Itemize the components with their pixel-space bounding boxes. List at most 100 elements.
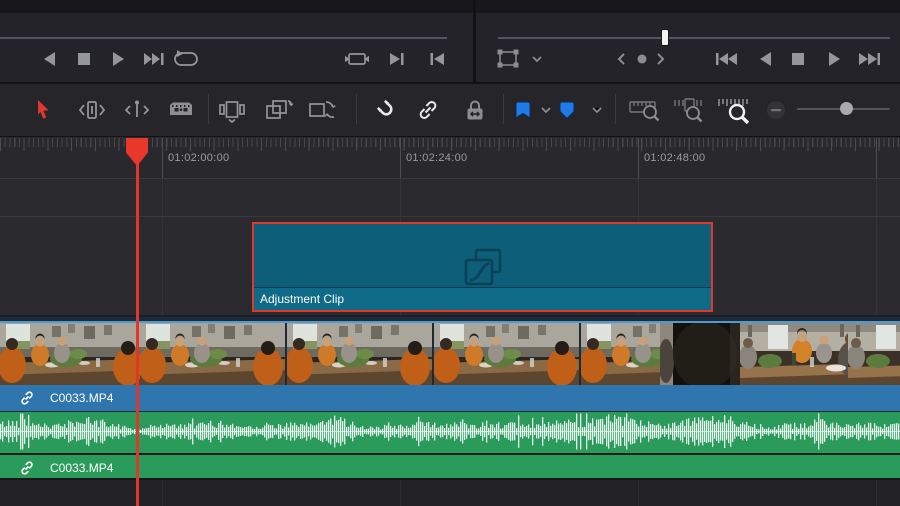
adjustment-clip[interactable]: Adjustment Clip (252, 222, 713, 312)
stop-button-right[interactable] (784, 45, 812, 73)
replace-clip-button[interactable] (307, 94, 339, 126)
dynamic-trim-icon (122, 98, 152, 122)
edit-toolbar (0, 84, 900, 136)
play-icon (108, 49, 128, 69)
adjustment-clip-label: Adjustment Clip (260, 292, 344, 306)
track-boundary (0, 216, 900, 217)
video-thumbnail (434, 323, 581, 387)
zoom-detail-icon (672, 96, 706, 124)
keyframe-dot-icon (636, 53, 648, 65)
position-lock-button[interactable] (459, 94, 491, 126)
panel-divider (473, 0, 476, 83)
adjustment-clip-icon (461, 248, 505, 288)
transform-dropdown[interactable] (528, 45, 546, 73)
left-viewer-jog-bar[interactable] (0, 37, 447, 39)
ruler-major-tick (876, 138, 877, 179)
play-reverse-button[interactable] (36, 45, 64, 73)
snapping-button[interactable] (371, 94, 403, 126)
play-button[interactable] (104, 45, 132, 73)
zoom-out-button[interactable] (765, 94, 787, 126)
chevron-right-icon (656, 52, 666, 66)
audio-clip-label: C0033.MP4 (50, 461, 113, 475)
video-thumbnail (660, 323, 740, 387)
chevron-down-icon (540, 106, 552, 114)
marker-dropdown[interactable] (589, 94, 605, 126)
audio-waveform (0, 412, 900, 451)
flag-dropdown[interactable] (538, 94, 554, 126)
go-to-last-frame-button[interactable] (856, 45, 884, 73)
minus-icon (766, 100, 786, 120)
track-gridline (162, 480, 163, 506)
play-to-end-icon (386, 49, 408, 69)
marker-icon (558, 100, 576, 120)
right-viewer-jog-bar[interactable] (498, 37, 890, 39)
overwrite-clip-button[interactable] (262, 94, 294, 126)
razor-edit-mode-button[interactable] (165, 94, 197, 126)
position-lock-icon (462, 97, 488, 123)
ruler-major-tick (162, 138, 163, 179)
audio-clip[interactable]: C0033.MP4 (0, 412, 900, 478)
zoom-detail-button[interactable] (671, 94, 707, 126)
zoom-custom-button[interactable] (716, 94, 754, 126)
zoom-slider-handle[interactable] (840, 102, 853, 115)
track-boundary (0, 178, 900, 179)
next-keyframe-button[interactable] (652, 45, 670, 73)
chevron-left-icon (616, 52, 626, 66)
linked-selection-button[interactable] (412, 94, 444, 126)
stop-icon (74, 49, 94, 69)
video-thumbnail (581, 323, 660, 387)
insert-clip-button[interactable] (216, 94, 248, 126)
video-clip-namebar: C0033.MP4 (0, 385, 900, 411)
toolbar-divider (615, 94, 616, 124)
toolbar-divider (356, 94, 357, 124)
flag-icon (514, 100, 532, 120)
keyframe-button[interactable] (633, 45, 651, 73)
play-reverse-button-right[interactable] (752, 45, 780, 73)
stop-button[interactable] (70, 45, 98, 73)
video-clip[interactable]: C0033.MP4 (0, 315, 900, 411)
magnet-icon (374, 97, 400, 123)
trim-edit-mode-button[interactable] (76, 94, 108, 126)
video-thumbnail (287, 323, 434, 387)
go-to-start-button[interactable] (423, 45, 451, 73)
play-reverse-icon (40, 49, 60, 69)
video-clip-label: C0033.MP4 (50, 391, 113, 405)
link-icon (18, 459, 36, 477)
overwrite-clip-icon (263, 97, 293, 123)
davinci-edit-timeline: 01:02:00:00 01:02:24:00 01:02:48:00 Adjust… (0, 0, 900, 506)
marker-button[interactable] (556, 94, 578, 126)
zoom-full-extent-button[interactable] (627, 94, 663, 126)
play-button-right[interactable] (820, 45, 848, 73)
next-clip-button[interactable] (140, 45, 168, 73)
video-thumbnail (848, 323, 900, 387)
selection-mode-button[interactable] (27, 94, 59, 126)
go-to-first-frame-button[interactable] (712, 45, 740, 73)
timeline-empty-area[interactable] (0, 480, 900, 506)
ruler-timecode: 01:02:48:00 (644, 152, 705, 164)
track-boundary (0, 478, 900, 480)
stop-icon (788, 49, 808, 69)
ruler-timecode: 01:02:00:00 (168, 152, 229, 164)
loop-button[interactable] (172, 45, 200, 73)
cursor-icon (33, 98, 53, 122)
replace-clip-icon (307, 97, 339, 123)
previous-keyframe-button[interactable] (612, 45, 630, 73)
ruler-major-tick (638, 138, 639, 179)
next-clip-icon (142, 49, 166, 69)
jog-position-marker[interactable] (662, 30, 668, 45)
dynamic-trim-mode-button[interactable] (121, 94, 153, 126)
loop-range-button[interactable] (343, 45, 371, 73)
flag-button[interactable] (512, 94, 534, 126)
playhead-line[interactable] (136, 138, 139, 506)
track-gridline (638, 480, 639, 506)
ruler-timecode: 01:02:24:00 (406, 152, 467, 164)
transform-icon (495, 48, 521, 70)
zoom-custom-icon (717, 96, 753, 124)
video-thumbnails (0, 321, 900, 387)
toolbar-divider (503, 94, 504, 124)
play-to-end-button[interactable] (383, 45, 411, 73)
track-gridline (400, 480, 401, 506)
toolbar-divider (208, 94, 209, 124)
razor-icon (166, 99, 196, 121)
transform-button[interactable] (494, 45, 522, 73)
